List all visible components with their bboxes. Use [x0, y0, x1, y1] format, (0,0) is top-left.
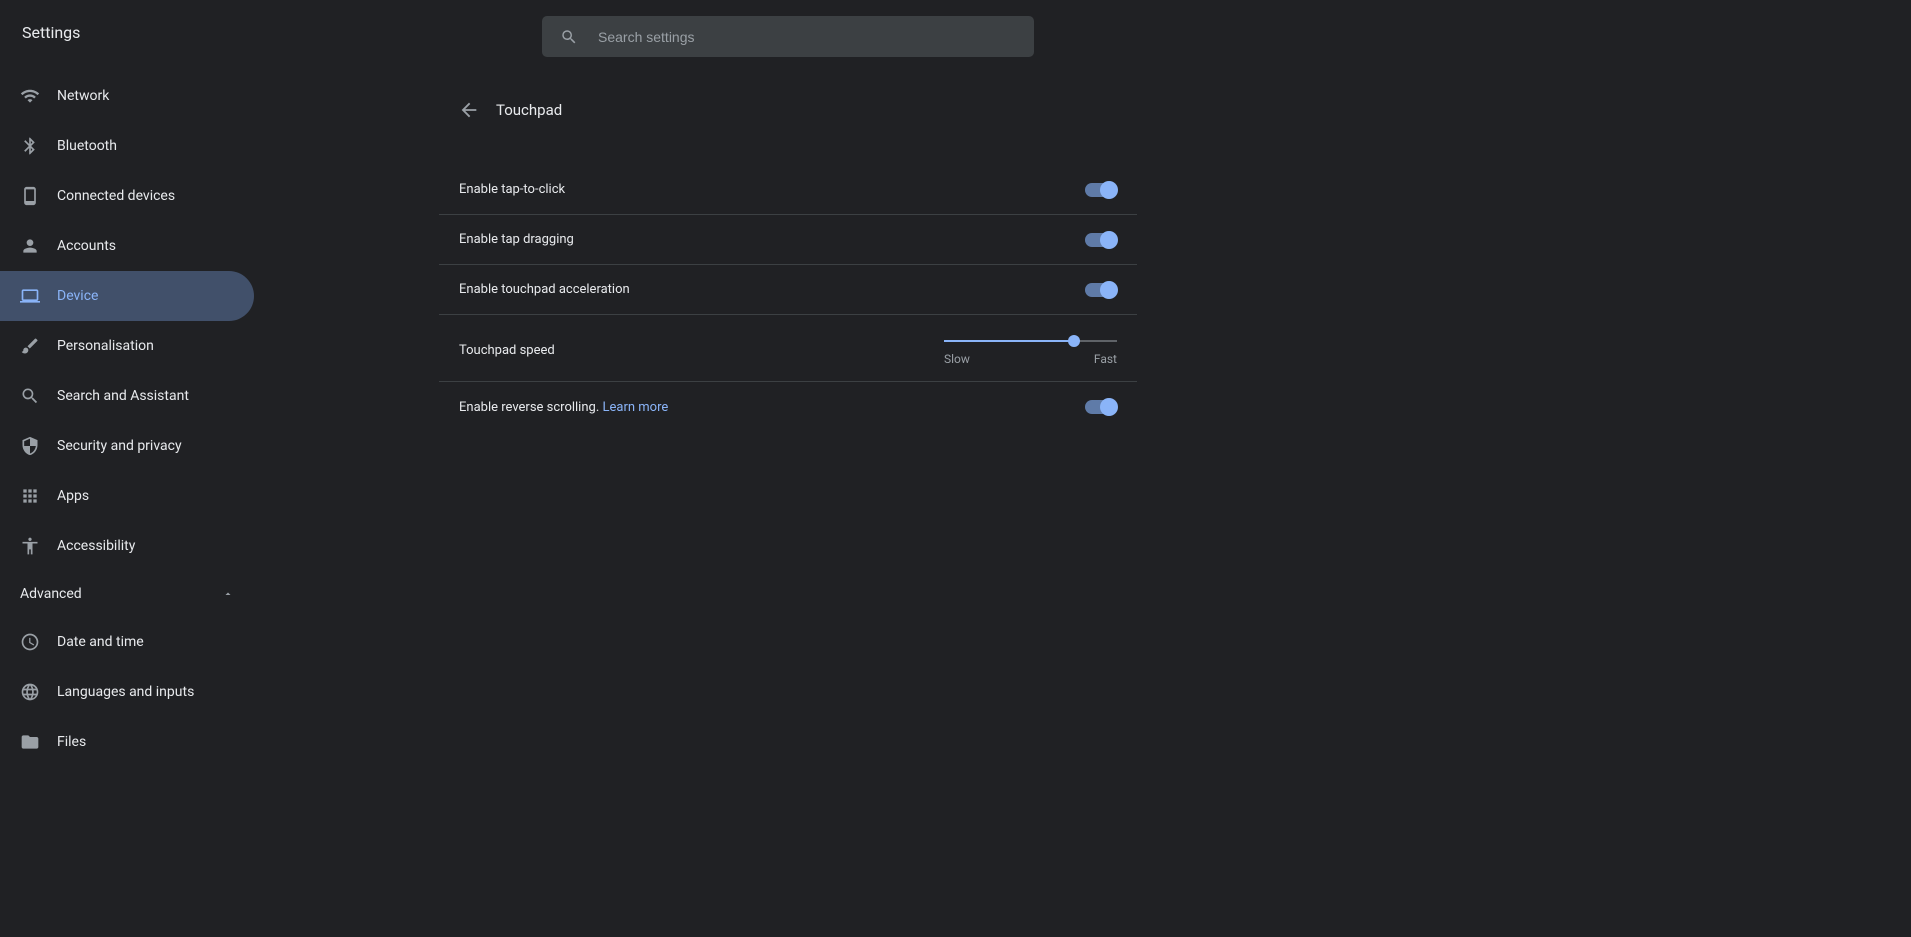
slider-max-label: Fast [1094, 352, 1117, 366]
sidebar-item-label: Device [57, 288, 98, 304]
toggle-tap-dragging[interactable] [1085, 233, 1117, 247]
sidebar-item-label: Bluetooth [57, 138, 117, 154]
person-icon [20, 236, 40, 256]
phone-icon [20, 186, 40, 206]
setting-touchpad-acceleration: Enable touchpad acceleration [439, 265, 1137, 315]
sidebar-item-date-time[interactable]: Date and time [0, 617, 254, 667]
setting-tap-dragging: Enable tap dragging [439, 215, 1137, 265]
search-input[interactable] [598, 29, 1016, 45]
apps-icon [20, 486, 40, 506]
setting-label: Enable touchpad acceleration [459, 282, 630, 297]
sidebar-item-label: Security and privacy [57, 438, 182, 454]
search-icon [560, 28, 578, 46]
sidebar-item-accessibility[interactable]: Accessibility [0, 521, 254, 571]
globe-icon [20, 682, 40, 702]
sidebar-item-label: Languages and inputs [57, 684, 194, 700]
back-button[interactable] [455, 96, 483, 124]
sidebar-item-bluetooth[interactable]: Bluetooth [0, 121, 254, 171]
settings-panel: Touchpad Enable tap-to-click Enable tap … [439, 65, 1137, 937]
header: Settings [0, 0, 1911, 65]
sidebar-item-personalisation[interactable]: Personalisation [0, 321, 254, 371]
sidebar: Network Bluetooth Connected devices Acco… [0, 65, 254, 937]
setting-label: Enable reverse scrolling. Learn more [459, 400, 668, 415]
setting-label: Touchpad speed [459, 343, 555, 358]
sidebar-item-security-privacy[interactable]: Security and privacy [0, 421, 254, 471]
advanced-label: Advanced [20, 586, 82, 602]
setting-tap-to-click: Enable tap-to-click [439, 165, 1137, 215]
sidebar-item-label: Files [57, 734, 86, 750]
slider-labels: Slow Fast [944, 352, 1117, 366]
slider-thumb[interactable] [1068, 335, 1080, 347]
shield-icon [20, 436, 40, 456]
clock-icon [20, 632, 40, 652]
sidebar-item-label: Search and Assistant [57, 388, 189, 404]
sidebar-advanced-toggle[interactable]: Advanced [0, 571, 254, 617]
slider-touchpad-speed[interactable]: Slow Fast [944, 334, 1117, 366]
sidebar-item-files[interactable]: Files [0, 717, 254, 767]
sidebar-item-languages-inputs[interactable]: Languages and inputs [0, 667, 254, 717]
brush-icon [20, 336, 40, 356]
laptop-icon [20, 286, 40, 306]
sidebar-item-search-assistant[interactable]: Search and Assistant [0, 371, 254, 421]
setting-touchpad-speed: Touchpad speed Slow Fast [439, 315, 1137, 382]
caret-up-icon [222, 588, 234, 600]
main: Touchpad Enable tap-to-click Enable tap … [254, 65, 1911, 937]
sidebar-item-network[interactable]: Network [0, 71, 254, 121]
sidebar-item-label: Personalisation [57, 338, 154, 354]
toggle-touchpad-acceleration[interactable] [1085, 283, 1117, 297]
setting-label: Enable tap dragging [459, 232, 574, 247]
toggle-reverse-scrolling[interactable] [1085, 400, 1117, 414]
sidebar-item-label: Accounts [57, 238, 116, 254]
sidebar-item-label: Date and time [57, 634, 144, 650]
sidebar-item-label: Network [57, 88, 109, 104]
search-icon [20, 386, 40, 406]
page-title-row: Touchpad [439, 85, 1137, 135]
toggle-tap-to-click[interactable] [1085, 183, 1117, 197]
page-title: Touchpad [496, 101, 562, 119]
body: Network Bluetooth Connected devices Acco… [0, 65, 1911, 937]
sidebar-item-connected-devices[interactable]: Connected devices [0, 171, 254, 221]
sidebar-item-accounts[interactable]: Accounts [0, 221, 254, 271]
slider-track[interactable] [944, 340, 1117, 342]
bluetooth-icon [20, 136, 40, 156]
sidebar-item-device[interactable]: Device [0, 271, 254, 321]
setting-label-text: Enable reverse scrolling. [459, 400, 599, 415]
setting-reverse-scrolling: Enable reverse scrolling. Learn more [439, 382, 1137, 432]
sidebar-item-label: Apps [57, 488, 89, 504]
sidebar-item-label: Accessibility [57, 538, 135, 554]
setting-label: Enable tap-to-click [459, 182, 565, 197]
arrow-back-icon [458, 99, 480, 121]
learn-more-link[interactable]: Learn more [603, 400, 669, 415]
sidebar-item-label: Connected devices [57, 188, 175, 204]
accessibility-icon [20, 536, 40, 556]
sidebar-item-apps[interactable]: Apps [0, 471, 254, 521]
search-container[interactable] [542, 16, 1034, 57]
folder-icon [20, 732, 40, 752]
slider-min-label: Slow [944, 352, 970, 366]
app-title: Settings [22, 23, 80, 42]
wifi-icon [20, 86, 40, 106]
